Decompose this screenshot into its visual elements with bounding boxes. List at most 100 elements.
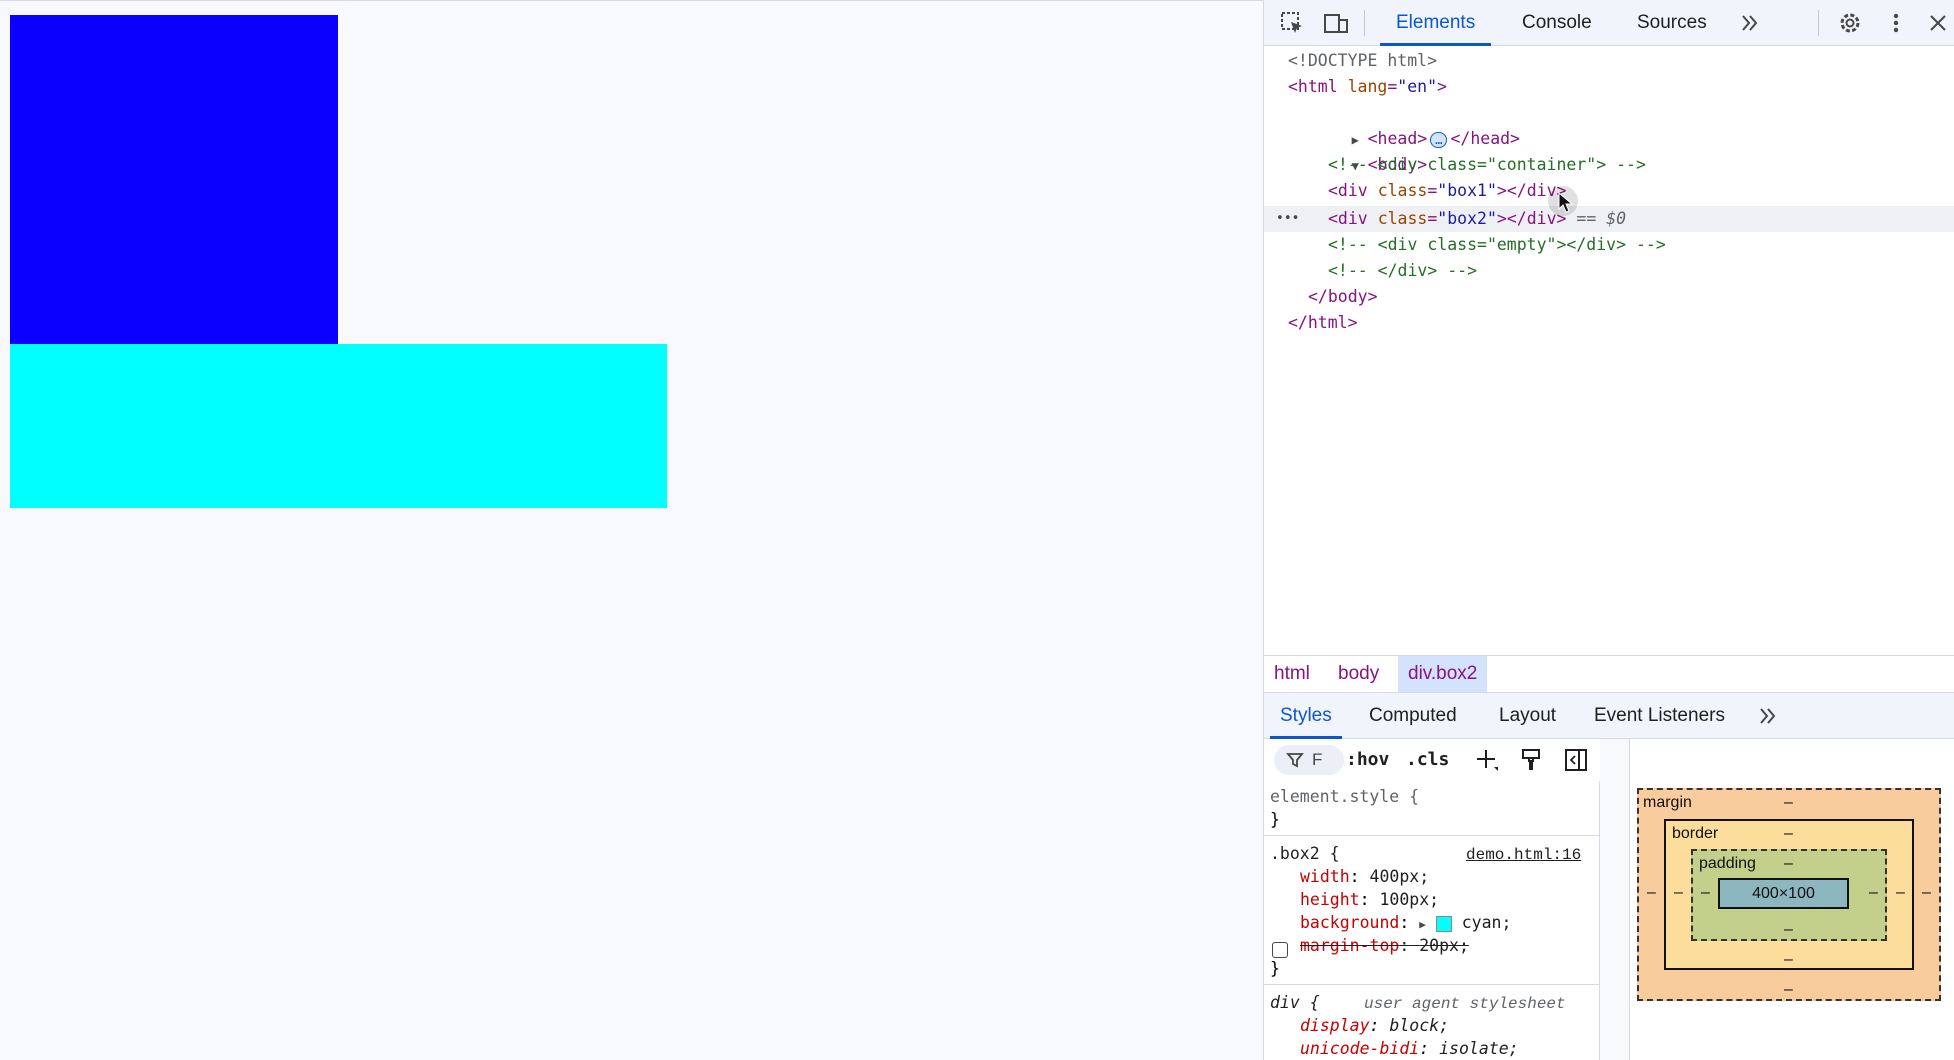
filter-input[interactable]: F: [1274, 745, 1344, 775]
height-declaration[interactable]: height: 100px;: [1300, 888, 1439, 911]
margin-right-value[interactable]: –: [1922, 884, 1931, 902]
tab-elements[interactable]: Elements: [1380, 0, 1492, 46]
filter-placeholder: F: [1312, 750, 1323, 769]
box-model-content[interactable]: 400×100: [1718, 878, 1849, 909]
user-agent-stylesheet-label: user agent stylesheet: [1364, 995, 1566, 1013]
more-tabs-chevron-icon[interactable]: [1736, 9, 1764, 37]
padding-bottom-value[interactable]: –: [1784, 921, 1793, 939]
inspect-element-icon[interactable]: [1278, 9, 1306, 37]
border-right-value[interactable]: –: [1896, 884, 1905, 902]
box2-source-link[interactable]: demo.html:16: [1466, 844, 1581, 867]
pane-divider[interactable]: [1600, 739, 1630, 1060]
background-declaration[interactable]: background: ▶ cyan;: [1300, 911, 1511, 934]
display-declaration[interactable]: display: block;: [1300, 1014, 1449, 1037]
border-top-value[interactable]: –: [1784, 825, 1793, 843]
prop-name: display: [1300, 1016, 1370, 1035]
devtools-panel: Elements Console Sources <!DOCTYPE html>…: [1263, 0, 1954, 1060]
padding-top-value[interactable]: –: [1784, 855, 1793, 873]
tag-text: </head>: [1450, 129, 1520, 148]
page-viewport: [0, 0, 1263, 1060]
selected-marker: == $0: [1576, 209, 1627, 228]
mouse-pointer-icon: [1558, 191, 1574, 218]
collapsed-ellipsis-badge[interactable]: …: [1430, 131, 1448, 148]
toolbar-divider: [1818, 10, 1819, 36]
prop-value: 100px;: [1379, 890, 1440, 909]
close-brace: }: [1270, 810, 1280, 829]
padding-label: padding: [1699, 855, 1756, 872]
toggle-sidebar-icon[interactable]: [1563, 747, 1589, 778]
new-style-rule-icon[interactable]: [1474, 747, 1500, 778]
styles-subtabs: Styles Computed Layout Event Listeners: [1264, 693, 1954, 739]
breadcrumb-body[interactable]: body: [1328, 656, 1389, 692]
padding-right-value[interactable]: –: [1869, 884, 1878, 902]
colon: :: [1359, 890, 1370, 909]
dom-body-open[interactable]: ▼ <body>: [1292, 126, 1428, 174]
dom-comment-container[interactable]: <!-- <div class="container"> -->: [1328, 152, 1646, 178]
border-left-value[interactable]: –: [1674, 884, 1683, 902]
dom-box1-row[interactable]: <div class="box1"></div>: [1328, 178, 1566, 204]
dom-html-open[interactable]: <html lang="en">: [1288, 74, 1447, 100]
dom-doctype[interactable]: <!DOCTYPE html>: [1288, 48, 1437, 74]
settings-gear-icon[interactable]: [1836, 9, 1864, 37]
tab-computed[interactable]: Computed: [1369, 693, 1457, 739]
more-subtabs-chevron-icon[interactable]: [1754, 702, 1782, 735]
padding-left-value[interactable]: –: [1701, 884, 1710, 902]
prop-name: background: [1300, 913, 1400, 932]
cls-button[interactable]: .cls: [1406, 745, 1449, 775]
box1-element[interactable]: [10, 15, 338, 344]
attr-name: class: [1377, 181, 1428, 200]
expand-triangle-icon[interactable]: ▶: [1419, 918, 1426, 931]
prop-name: margin-top: [1300, 936, 1400, 955]
dom-comment-div-close[interactable]: <!-- </div> -->: [1328, 258, 1477, 284]
prop-name: height: [1300, 890, 1360, 909]
margin-top-value[interactable]: –: [1784, 794, 1793, 812]
hov-button[interactable]: :hov: [1346, 745, 1389, 775]
element-style-selector[interactable]: element.style {: [1270, 785, 1419, 808]
unicode-bidi-declaration[interactable]: unicode-bidi: isolate;: [1300, 1037, 1519, 1060]
devtools-tabbar: Elements Console Sources: [1264, 0, 1954, 46]
dom-head-row[interactable]: ▶ <head>… </head>: [1292, 100, 1520, 148]
tab-sources[interactable]: Sources: [1637, 0, 1707, 46]
dom-body-close[interactable]: </body>: [1308, 284, 1378, 310]
colon: :: [1369, 1016, 1380, 1035]
colon: :: [1349, 867, 1360, 886]
close-icon[interactable]: [1924, 9, 1952, 37]
tag-text: <html: [1288, 77, 1338, 96]
margin-bottom-value[interactable]: –: [1784, 981, 1793, 999]
close-brace: }: [1270, 959, 1280, 978]
box2-element[interactable]: [10, 344, 667, 508]
dom-comment-empty[interactable]: <!-- <div class="empty"></div> -->: [1328, 232, 1666, 258]
styles-toolbar: F :hov .cls: [1264, 739, 1600, 781]
margin-label: margin: [1643, 794, 1692, 811]
margin-left-value[interactable]: –: [1647, 884, 1656, 902]
breadcrumb-html[interactable]: html: [1264, 656, 1320, 692]
color-swatch[interactable]: [1435, 915, 1452, 932]
rule-divider: [1264, 984, 1600, 985]
row-dots-icon[interactable]: •••: [1276, 206, 1299, 232]
prop-value: 400px;: [1369, 867, 1430, 886]
breadcrumb: html body div.box2: [1264, 655, 1954, 693]
box2-selector[interactable]: .box2 {: [1270, 842, 1340, 865]
prop-value: 20px;: [1419, 936, 1469, 955]
border-bottom-value[interactable]: –: [1784, 951, 1793, 969]
div-selector[interactable]: div {: [1270, 991, 1320, 1014]
breadcrumb-div-box2[interactable]: div.box2: [1398, 656, 1488, 692]
attr-value: "en": [1397, 77, 1438, 96]
width-declaration[interactable]: width: 400px;: [1300, 865, 1429, 888]
device-toolbar-icon[interactable]: [1322, 9, 1350, 37]
dom-box2-row-selected[interactable]: <div class="box2"></div> == $0: [1328, 206, 1626, 232]
kebab-menu-icon[interactable]: [1882, 9, 1910, 37]
margin-top-declaration-disabled[interactable]: margin-top: 20px;: [1300, 934, 1469, 957]
tab-layout[interactable]: Layout: [1499, 693, 1556, 739]
tab-styles[interactable]: Styles: [1270, 693, 1342, 739]
tag-bracket: >: [1437, 77, 1447, 96]
tab-console[interactable]: Console: [1522, 0, 1592, 46]
attr-name: class: [1377, 209, 1428, 228]
attr-value: "box1": [1437, 181, 1497, 200]
margin-top-checkbox[interactable]: [1272, 942, 1288, 958]
styles-rules-pane: element.style { } .box2 { demo.html:16 w…: [1264, 781, 1600, 1060]
paint-brush-icon[interactable]: [1519, 747, 1545, 778]
dom-html-close[interactable]: </html>: [1288, 310, 1358, 336]
tag-text: <div: [1328, 209, 1368, 228]
tab-event-listeners[interactable]: Event Listeners: [1594, 693, 1725, 739]
